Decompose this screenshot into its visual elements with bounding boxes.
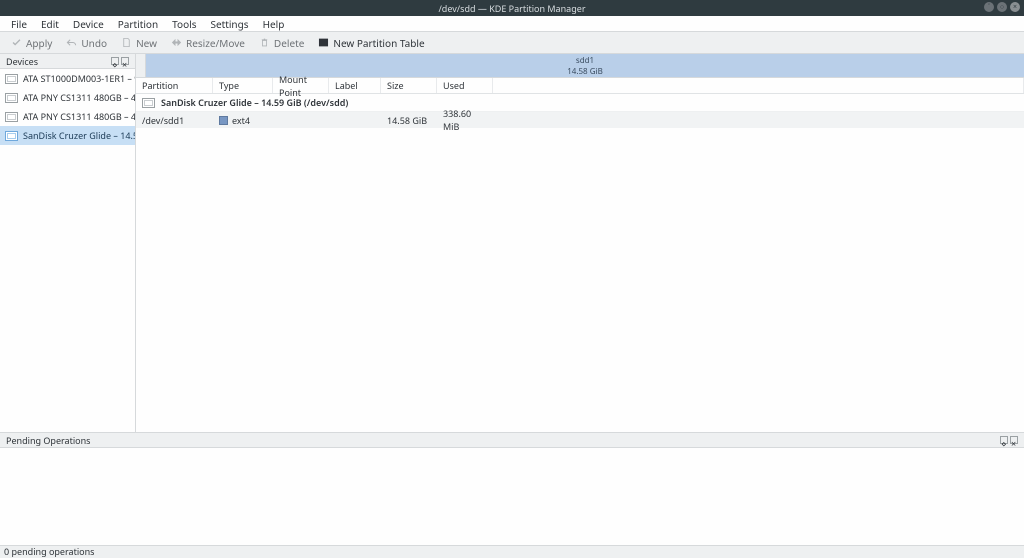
device-item-selected[interactable]: SanDisk Cruzer Glide – 14.59 GiB (/dev..… [0, 126, 135, 145]
menu-tools[interactable]: Tools [165, 16, 203, 32]
menu-partition[interactable]: Partition [111, 16, 165, 32]
check-icon [11, 37, 22, 48]
status-bar: 0 pending operations [0, 545, 1024, 556]
col-used[interactable]: Used [437, 78, 493, 93]
panel-float-icon[interactable]: ⋄ [111, 57, 119, 65]
toolbar-new-partition-table-label: New Partition Table [333, 36, 424, 50]
cell-size: 14.58 GiB [381, 112, 437, 128]
toolbar-apply-label: Apply [26, 36, 52, 50]
partition-view: sdd1 14.58 GiB Partition Type Mount Poin… [136, 54, 1024, 432]
partition-row[interactable]: /dev/sdd1 ext4 14.58 GiB 338.60 MiB [136, 112, 1024, 128]
toolbar-undo-label: Undo [81, 36, 107, 50]
drive-icon [5, 112, 18, 122]
partition-block-size: 14.58 GiB [567, 66, 603, 77]
menu-settings[interactable]: Settings [204, 16, 256, 32]
pending-operations-panel: Pending Operations ⋄ × [0, 432, 1024, 545]
drive-icon [5, 131, 18, 141]
partition-device-title: SanDisk Cruzer Glide – 14.59 GiB (/dev/s… [161, 96, 348, 109]
cell-mount [273, 112, 329, 128]
panel-close-icon[interactable]: × [1010, 436, 1018, 444]
cell-label [329, 112, 381, 128]
col-spacer [493, 78, 1024, 93]
drive-icon [5, 74, 18, 84]
resize-icon [171, 37, 182, 48]
panel-float-icon[interactable]: ⋄ [1000, 436, 1008, 444]
partition-block-name: sdd1 [576, 55, 594, 66]
devices-panel-controls: ⋄ × [111, 57, 129, 65]
toolbar-resize-label: Resize/Move [186, 36, 245, 50]
devices-panel-title: Devices [6, 55, 38, 68]
device-item[interactable]: ATA ST1000DM003-1ER1 – 931.51 GiB (... [0, 69, 135, 88]
undo-icon [66, 37, 77, 48]
cell-used: 338.60 MiB [437, 112, 493, 128]
toolbar-delete[interactable]: Delete [254, 35, 309, 51]
close-button[interactable]: × [1010, 2, 1020, 12]
trash-icon [259, 37, 270, 48]
new-doc-icon [121, 37, 132, 48]
disk-handle[interactable] [136, 54, 146, 77]
devices-panel-header: Devices ⋄ × [0, 54, 135, 69]
partition-table-header: Partition Type Mount Point Label Size Us… [136, 78, 1024, 94]
menu-bar: File Edit Device Partition Tools Setting… [0, 16, 1024, 32]
partition-device-title-row[interactable]: SanDisk Cruzer Glide – 14.59 GiB (/dev/s… [136, 94, 1024, 112]
toolbar-new-partition-table[interactable]: New Partition Table [313, 35, 429, 51]
toolbar-delete-label: Delete [274, 36, 304, 50]
toolbar-new[interactable]: New [116, 35, 162, 51]
col-size[interactable]: Size [381, 78, 437, 93]
pending-list-empty [0, 448, 1024, 545]
device-label: ATA PNY CS1311 480GB – 447.13 GiB (/... [23, 91, 135, 104]
device-item[interactable]: ATA PNY CS1311 480GB – 447.13 GiB (/... [0, 107, 135, 126]
menu-device[interactable]: Device [66, 16, 111, 32]
col-partition[interactable]: Partition [136, 78, 213, 93]
minimize-button[interactable]: ˅ [984, 2, 994, 12]
drive-icon [142, 98, 155, 108]
menu-edit[interactable]: Edit [34, 16, 66, 32]
partition-table-icon [318, 37, 329, 48]
device-label: ATA ST1000DM003-1ER1 – 931.51 GiB (... [23, 72, 135, 85]
window-title: /dev/sdd — KDE Partition Manager [438, 2, 585, 15]
toolbar-resize[interactable]: Resize/Move [166, 35, 250, 51]
toolbar-undo[interactable]: Undo [61, 35, 112, 51]
maximize-button[interactable]: ○ [997, 2, 1007, 12]
toolbar-apply[interactable]: Apply [6, 35, 57, 51]
cell-partition: /dev/sdd1 [136, 112, 213, 128]
partition-block[interactable]: sdd1 14.58 GiB [146, 54, 1024, 77]
devices-list: ATA ST1000DM003-1ER1 – 931.51 GiB (... A… [0, 69, 135, 432]
main-area: Devices ⋄ × ATA ST1000DM003-1ER1 – 931.5… [0, 54, 1024, 432]
device-label: SanDisk Cruzer Glide – 14.59 GiB (/dev..… [23, 129, 135, 142]
device-label: ATA PNY CS1311 480GB – 447.13 GiB (/... [23, 110, 135, 123]
cell-type: ext4 [213, 112, 273, 128]
menu-file[interactable]: File [4, 16, 34, 32]
toolbar: Apply Undo New Resize/Move Delete New Pa… [0, 32, 1024, 54]
devices-panel: Devices ⋄ × ATA ST1000DM003-1ER1 – 931.5… [0, 54, 136, 432]
panel-close-icon[interactable]: × [121, 57, 129, 65]
fs-color-swatch [219, 116, 228, 125]
titlebar: /dev/sdd — KDE Partition Manager ˅ ○ × [0, 0, 1024, 16]
pending-panel-controls: ⋄ × [1000, 436, 1018, 444]
disk-graphical-view: sdd1 14.58 GiB [136, 54, 1024, 78]
col-mount-point[interactable]: Mount Point [273, 78, 329, 93]
pending-panel-title: Pending Operations [6, 434, 91, 447]
drive-icon [5, 93, 18, 103]
window-controls: ˅ ○ × [984, 2, 1020, 12]
col-label[interactable]: Label [329, 78, 381, 93]
toolbar-new-label: New [136, 36, 157, 50]
device-item[interactable]: ATA PNY CS1311 480GB – 447.13 GiB (/... [0, 88, 135, 107]
partition-view-empty [136, 128, 1024, 432]
pending-panel-header: Pending Operations ⋄ × [0, 433, 1024, 448]
menu-help[interactable]: Help [256, 16, 292, 32]
col-type[interactable]: Type [213, 78, 273, 93]
cell-type-label: ext4 [232, 114, 250, 127]
